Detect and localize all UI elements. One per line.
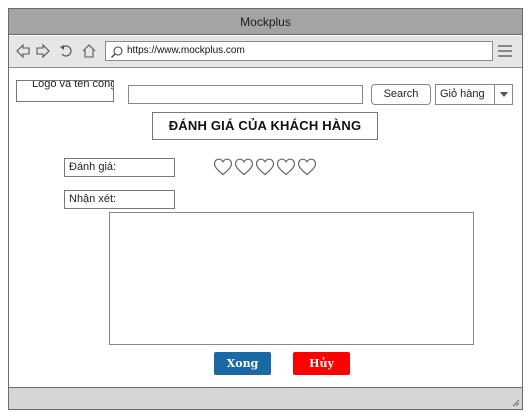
resize-grip-icon[interactable] <box>510 397 520 407</box>
search-icon <box>110 45 124 59</box>
address-bar[interactable]: https://www.mockplus.com <box>105 41 493 61</box>
heart-outline-icon[interactable] <box>297 157 317 177</box>
comment-textarea[interactable] <box>109 212 474 345</box>
search-button[interactable]: Search <box>371 84 431 105</box>
search-input[interactable] <box>128 85 363 104</box>
page-title: ĐÁNH GIÁ CỦA KHÁCH HÀNG <box>152 112 378 140</box>
cancel-button[interactable]: Hủy <box>293 352 350 375</box>
home-icon[interactable] <box>81 43 97 59</box>
logo-text: Logo và tên công ty <box>31 81 113 90</box>
heart-outline-icon[interactable] <box>276 157 296 177</box>
url-text: https://www.mockplus.com <box>127 45 245 56</box>
browser-toolbar: https://www.mockplus.com <box>9 36 522 68</box>
rating-label: Đánh giá: <box>64 158 175 177</box>
logo-placeholder: Logo và tên công ty <box>16 80 114 102</box>
cart-dropdown-value: Giỏ hàng <box>440 88 485 100</box>
chevron-down-icon[interactable] <box>494 85 512 104</box>
forward-arrow-icon[interactable] <box>35 43 51 59</box>
heart-outline-icon[interactable] <box>234 157 254 177</box>
heart-rating[interactable] <box>213 157 317 179</box>
cart-dropdown[interactable]: Giỏ hàng <box>435 84 513 105</box>
window-title: Mockplus <box>9 9 522 35</box>
heart-outline-icon[interactable] <box>213 157 233 177</box>
hamburger-menu-icon[interactable] <box>498 45 512 57</box>
done-button[interactable]: Xong <box>214 352 271 375</box>
refresh-icon[interactable] <box>58 43 74 59</box>
back-arrow-icon[interactable] <box>15 43 31 59</box>
status-bar <box>9 387 522 409</box>
heart-outline-icon[interactable] <box>255 157 275 177</box>
browser-window: Mockplus https://www.mockplus.com <box>8 8 523 410</box>
comment-label: Nhận xét: <box>64 190 175 209</box>
